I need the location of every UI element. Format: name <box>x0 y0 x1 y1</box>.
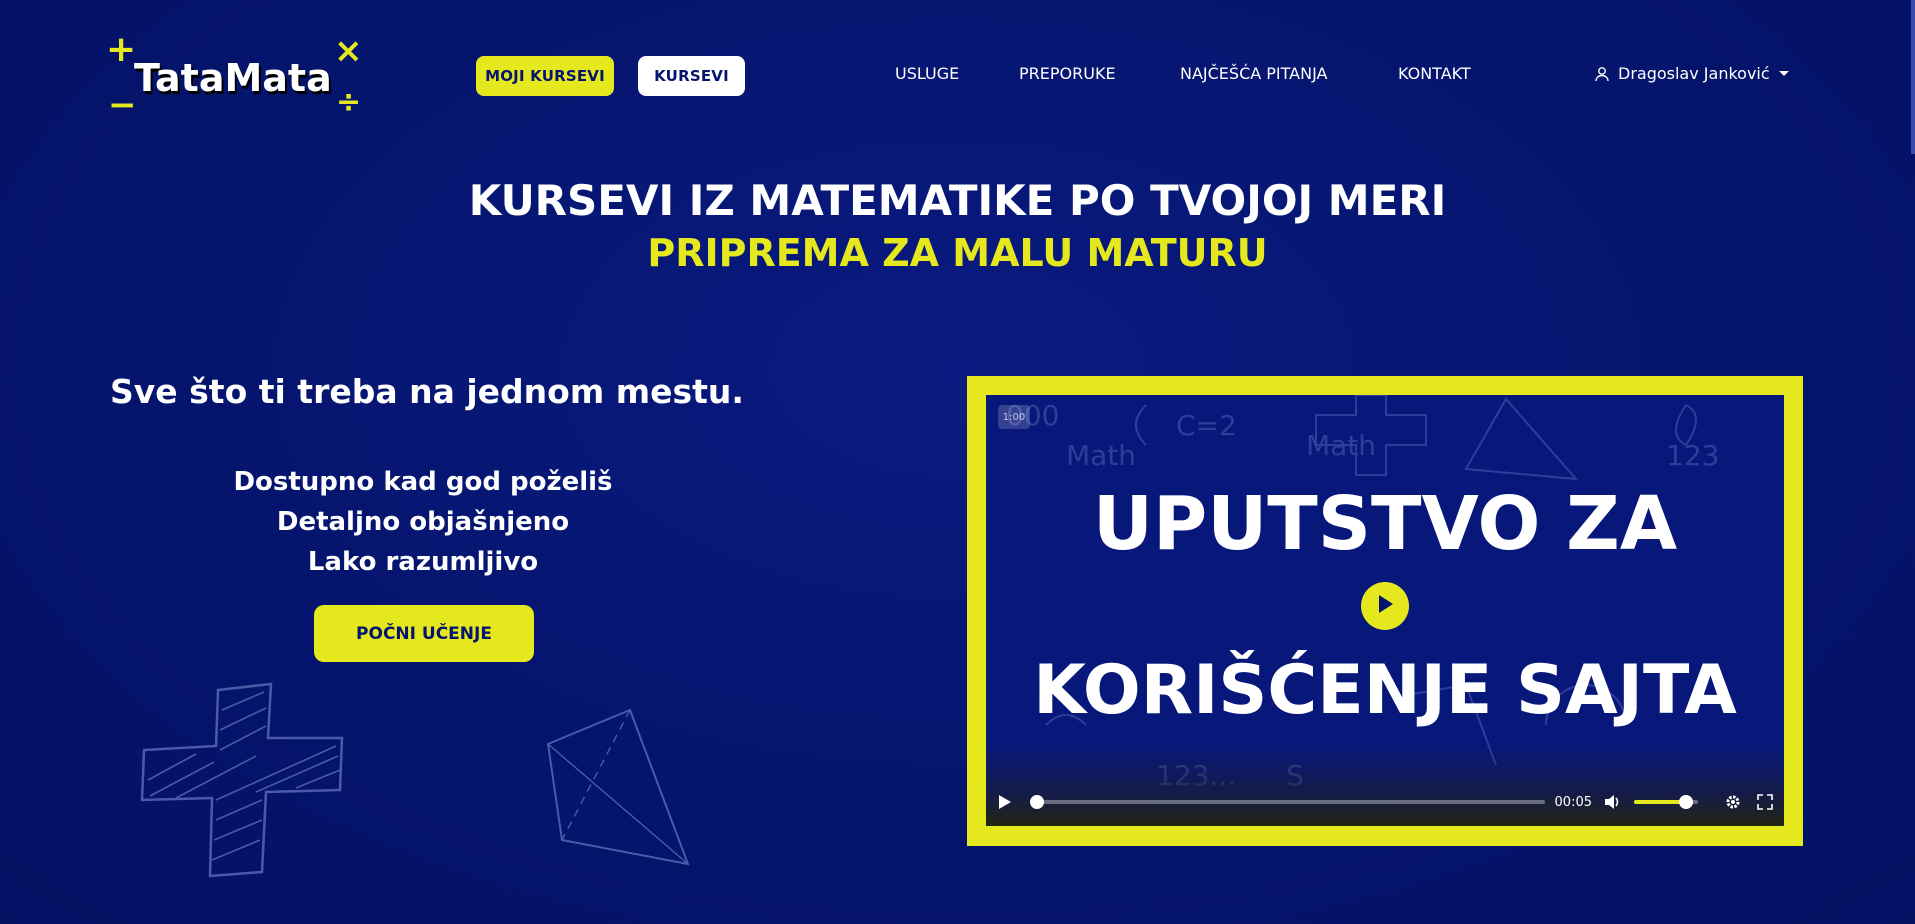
feature-item: Dostupno kad god poželiš <box>233 467 613 497</box>
nav-najcesca-pitanja[interactable]: NAJČEŠĆA PITANJA <box>1180 64 1327 83</box>
start-learning-button[interactable]: POČNI UČENJE <box>314 605 534 662</box>
moji-kursevi-button[interactable]: MOJI KURSEVI <box>476 56 614 96</box>
logo-divide-symbol: ÷ <box>336 85 362 120</box>
progress-knob[interactable] <box>1030 795 1045 809</box>
logo[interactable]: + − × ÷ TataMata <box>106 32 363 123</box>
plus-doodle-icon <box>140 682 344 878</box>
logo-plus-symbol: + <box>106 29 137 70</box>
chevron-down-icon <box>1778 70 1790 78</box>
video-badge: 1:00 <box>998 405 1030 429</box>
progress-bar[interactable] <box>1030 795 1545 809</box>
fullscreen-icon[interactable] <box>1754 791 1776 813</box>
tagline: Sve što ti treba na jednom mestu. <box>110 372 744 411</box>
svg-text:Math: Math <box>1306 429 1376 462</box>
video-title-line1: UPUTSTVO ZA <box>1092 481 1678 567</box>
nav-usluge[interactable]: USLUGE <box>895 64 959 83</box>
user-name: Dragoslav Janković <box>1618 64 1770 83</box>
video-title-line2: KORIŠĆENJE SAJTA <box>1033 651 1737 730</box>
play-control-icon[interactable] <box>994 791 1016 813</box>
feature-item: Lako razumljivo <box>307 547 539 577</box>
volume-slider[interactable] <box>1634 795 1698 809</box>
logo-times-symbol: × <box>334 31 363 71</box>
kite-doodle-icon <box>546 708 690 866</box>
play-icon <box>1376 594 1394 618</box>
logo-minus-symbol: − <box>108 85 137 125</box>
logo-text: TataMata <box>134 56 332 100</box>
play-button[interactable] <box>1361 582 1409 630</box>
video-frame: Math Math C=2 123 000 123... S 1:00 UPUT… <box>967 376 1803 846</box>
feature-item: Detaljno objašnjeno <box>276 507 570 537</box>
nav-kontakt[interactable]: KONTAKT <box>1398 64 1471 83</box>
feature-list: Dostupno kad god poželiš Detaljno objašn… <box>110 462 736 582</box>
user-icon <box>1594 66 1610 82</box>
page-subtitle: PRIPREMA ZA MALU MATURU <box>647 231 1268 275</box>
volume-knob[interactable] <box>1679 795 1694 809</box>
svg-text:C=2: C=2 <box>1176 409 1237 442</box>
video-controls: 00:05 <box>986 778 1784 826</box>
svg-text:Math: Math <box>1066 439 1136 472</box>
current-time: 00:05 <box>1554 794 1592 810</box>
user-menu[interactable]: Dragoslav Janković <box>1594 64 1790 83</box>
volume-icon[interactable] <box>1602 791 1624 813</box>
nav-preporuke[interactable]: PREPORUKE <box>1019 64 1116 83</box>
settings-gear-icon[interactable] <box>1722 791 1744 813</box>
svg-text:123: 123 <box>1666 439 1719 472</box>
video-player[interactable]: Math Math C=2 123 000 123... S 1:00 UPUT… <box>986 395 1784 826</box>
page: + − × ÷ TataMata MOJI KURSEVI KURSEVI US… <box>0 0 1915 924</box>
page-title: KURSEVI IZ MATEMATIKE PO TVOJOJ MERI <box>468 176 1447 225</box>
scrollbar[interactable] <box>1911 0 1915 154</box>
kursevi-button[interactable]: KURSEVI <box>638 56 745 96</box>
